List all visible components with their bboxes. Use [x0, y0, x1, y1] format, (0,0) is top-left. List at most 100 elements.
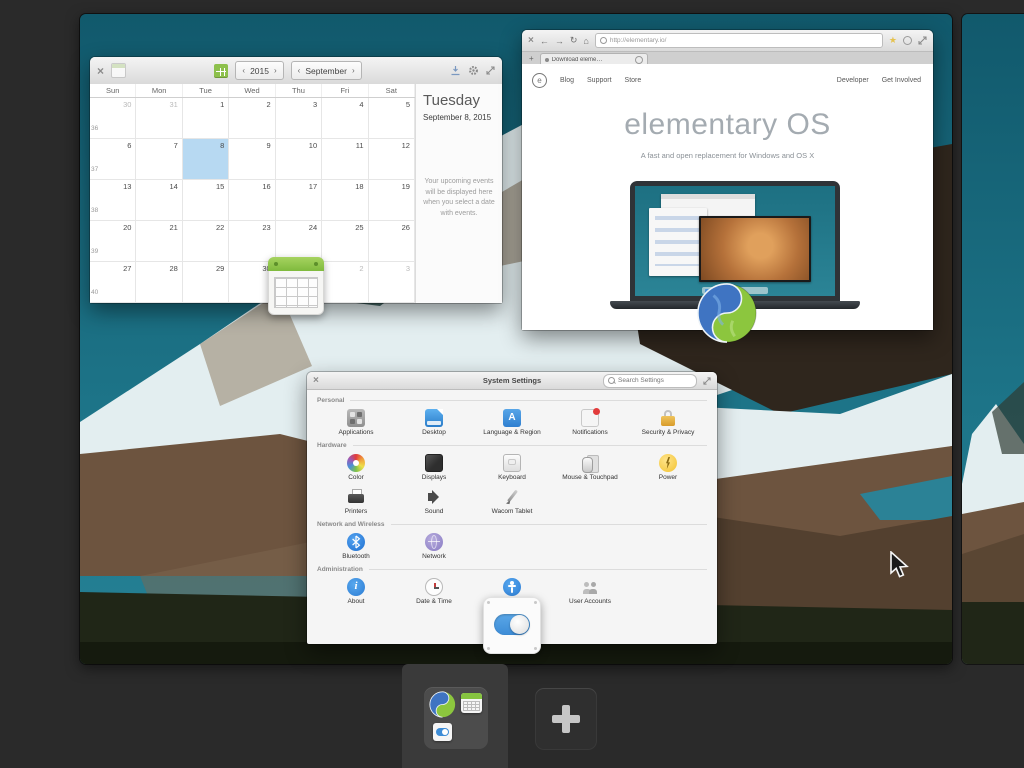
- calendar-day-cell[interactable]: 3: [368, 262, 415, 303]
- settings-item-applications[interactable]: Applications: [317, 407, 395, 439]
- calendar-day-cell[interactable]: 23: [229, 221, 276, 262]
- calendar-day-cell[interactable]: 3: [275, 98, 323, 139]
- calendar-day-cell[interactable]: 27: [90, 262, 137, 303]
- calendar-day-cell[interactable]: 30: [90, 98, 137, 139]
- close-icon[interactable]: ×: [528, 35, 534, 46]
- settings-item-mouse-touchpad[interactable]: Mouse & Touchpad: [551, 452, 629, 484]
- settings-item-user-accounts[interactable]: User Accounts: [551, 576, 629, 608]
- settings-item-displays[interactable]: Displays: [395, 452, 473, 484]
- settings-item-desktop[interactable]: Desktop: [395, 407, 473, 439]
- nav-link-store[interactable]: Store: [625, 77, 642, 84]
- wallpaper-mountains-right: [962, 14, 1024, 664]
- toggle-switch-icon: [494, 614, 530, 635]
- calendar-day-cell[interactable]: 17: [275, 180, 323, 221]
- calendar-day-cell[interactable]: 13: [90, 180, 137, 221]
- maximize-icon[interactable]: [703, 376, 711, 385]
- week-number: 38: [91, 207, 99, 214]
- maximize-icon[interactable]: [918, 36, 927, 45]
- calendar-day-cell[interactable]: 20: [90, 221, 137, 262]
- workspace-icon-group[interactable]: [424, 687, 488, 749]
- settings-item-color[interactable]: Color: [317, 452, 395, 484]
- calendar-day-cell[interactable]: 19: [368, 180, 415, 221]
- calendar-day-cell[interactable]: 16: [229, 180, 276, 221]
- settings-item-wacom-tablet[interactable]: Wacom Tablet: [473, 486, 551, 518]
- calendar-day-cell[interactable]: 14: [136, 180, 183, 221]
- calendar-day-cell[interactable]: 21: [136, 221, 183, 262]
- chevron-right-icon[interactable]: ›: [352, 66, 355, 75]
- close-icon[interactable]: ×: [97, 64, 104, 78]
- calendar-day-cell[interactable]: 18: [322, 180, 369, 221]
- calendar-day-cell-selected[interactable]: 8: [182, 139, 230, 180]
- settings-item-bluetooth[interactable]: Bluetooth: [317, 531, 395, 563]
- calendar-day-cell[interactable]: 25: [322, 221, 369, 262]
- nav-link-blog[interactable]: Blog: [560, 77, 574, 84]
- site-security-icon: [599, 37, 607, 44]
- midori-app-icon-overlay[interactable]: [696, 282, 758, 344]
- calendar-day-cell[interactable]: 12: [368, 139, 415, 180]
- calendar-app-icon-overlay[interactable]: [268, 257, 324, 315]
- calendar-day-cell[interactable]: 2: [322, 262, 369, 303]
- add-workspace-button[interactable]: [535, 688, 597, 750]
- calendar-day-cell[interactable]: 24: [275, 221, 323, 262]
- workspace-preview-right[interactable]: [962, 14, 1024, 664]
- calendar-nav-group: ‹ 2015 › ‹ September ›: [133, 61, 443, 80]
- nav-link-support[interactable]: Support: [587, 77, 612, 84]
- export-icon[interactable]: [450, 65, 461, 76]
- month-spinner[interactable]: ‹ September ›: [290, 61, 362, 80]
- calendar-day-cell[interactable]: 10: [275, 139, 323, 180]
- date-time-icon: [425, 578, 443, 596]
- calendar-day-cell[interactable]: 26: [368, 221, 415, 262]
- chevron-left-icon[interactable]: ‹: [298, 66, 301, 75]
- calendar-day-cell[interactable]: 2: [229, 98, 276, 139]
- settings-item-date-time[interactable]: Date & Time: [395, 576, 473, 608]
- calendar-agenda-sidebar: Tuesday September 8, 2015 Your upcoming …: [415, 84, 502, 303]
- search-input[interactable]: [618, 377, 692, 384]
- gear-icon[interactable]: [468, 65, 479, 76]
- settings-item-sound[interactable]: Sound: [395, 486, 473, 518]
- home-icon[interactable]: ⌂: [583, 36, 588, 46]
- settings-item-language-region[interactable]: A Language & Region: [473, 407, 551, 439]
- jump-to-today-icon[interactable]: [214, 63, 229, 78]
- nav-link-developer[interactable]: Developer: [837, 77, 869, 84]
- calendar-day-cell[interactable]: 22: [182, 221, 230, 262]
- close-icon[interactable]: ×: [313, 375, 319, 386]
- settings-item-notifications[interactable]: Notifications: [551, 407, 629, 439]
- search-icon: [608, 377, 615, 384]
- calendar-day-cell[interactable]: 7: [136, 139, 183, 180]
- bookmarks-icon[interactable]: ★: [889, 35, 897, 46]
- calendar-day-cell[interactable]: 28: [136, 262, 183, 303]
- url-bar[interactable]: [594, 33, 883, 48]
- settings-search-field[interactable]: [603, 373, 697, 388]
- nav-link-get-involved[interactable]: Get Involved: [882, 77, 921, 84]
- year-spinner[interactable]: ‹ 2015 ›: [235, 61, 284, 80]
- elementary-logo-icon[interactable]: e: [532, 73, 547, 88]
- calendar-grid: Sun Mon Tue Wed Thu Fri Sat 36 37 38 39 …: [90, 84, 415, 303]
- back-icon[interactable]: ←: [540, 36, 549, 46]
- calendar-day-cell[interactable]: 6: [90, 139, 137, 180]
- forward-icon[interactable]: →: [555, 36, 564, 46]
- tab-close-icon[interactable]: [634, 55, 643, 64]
- calendar-day-cell[interactable]: 9: [229, 139, 276, 180]
- settings-item-security-privacy[interactable]: Security & Privacy: [629, 407, 707, 439]
- calendar-day-cell[interactable]: 1: [182, 98, 230, 139]
- chevron-left-icon[interactable]: ‹: [242, 66, 245, 75]
- calendar-day-cell[interactable]: 11: [322, 139, 369, 180]
- extensions-icon[interactable]: [903, 36, 912, 45]
- maximize-icon[interactable]: [486, 66, 495, 75]
- url-input[interactable]: [609, 37, 878, 44]
- calendar-day-cell[interactable]: 5: [368, 98, 415, 139]
- settings-item-about[interactable]: i About: [317, 576, 395, 608]
- calendar-day-cell[interactable]: 31: [136, 98, 183, 139]
- chevron-right-icon[interactable]: ›: [274, 66, 277, 75]
- week-number: 40: [91, 289, 99, 296]
- settings-item-power[interactable]: Power: [629, 452, 707, 484]
- settings-item-printers[interactable]: Printers: [317, 486, 395, 518]
- settings-item-network[interactable]: Network: [395, 531, 473, 563]
- calendar-day-cell[interactable]: 29: [182, 262, 230, 303]
- calendar-day-cell[interactable]: 15: [182, 180, 230, 221]
- settings-item-keyboard[interactable]: Keyboard: [473, 452, 551, 484]
- settings-app-icon-overlay[interactable]: [483, 597, 541, 654]
- week-number: 39: [91, 248, 99, 255]
- reload-icon[interactable]: ↻: [570, 35, 578, 46]
- calendar-day-cell[interactable]: 4: [322, 98, 369, 139]
